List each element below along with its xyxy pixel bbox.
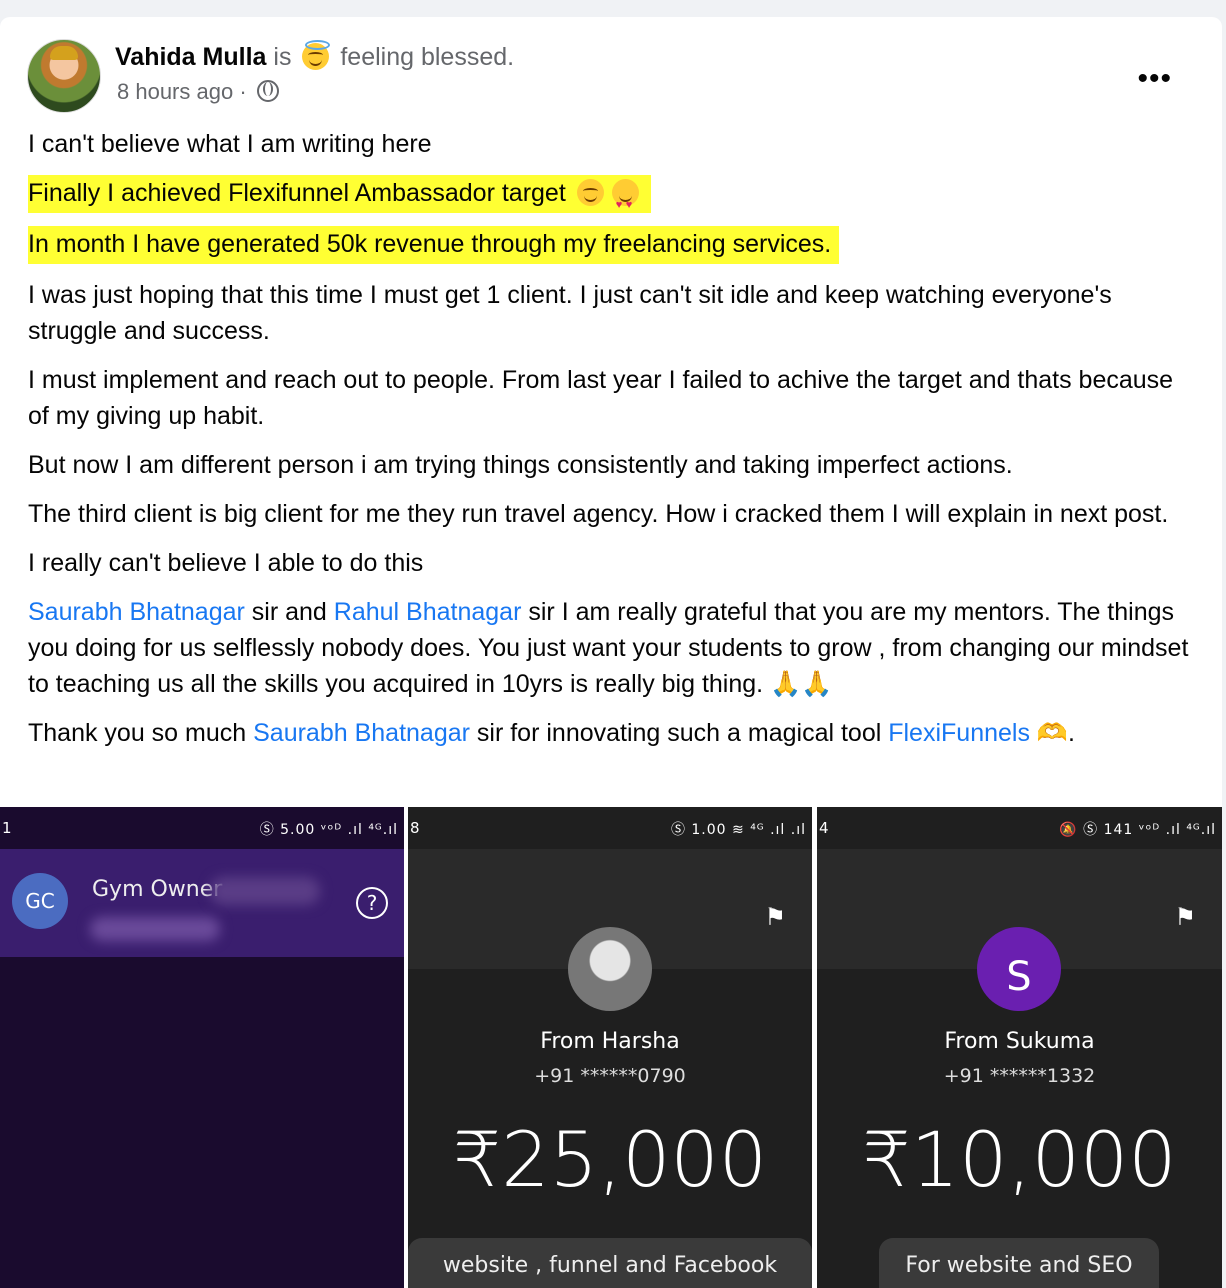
- payment-phone: +91 ******0790: [534, 1065, 686, 1087]
- help-icon: ?: [356, 887, 388, 919]
- post-meta: 8 hours ago ·: [117, 79, 279, 105]
- status-bar: 8 Ⓢ 1.00 ≋ ⁴ᴳ .ıl .ıl: [408, 807, 812, 849]
- flag-icon: ⚑: [764, 903, 786, 931]
- status-bar: 4 🔕 Ⓢ 141 ᵛᵒᴰ .ıl ⁴ᴳ.ıl: [817, 807, 1222, 849]
- audience-icon[interactable]: [256, 80, 279, 102]
- post-line-5: I must implement and reach out to people…: [28, 366, 1174, 430]
- payment-note: For website and SEO: [879, 1238, 1159, 1288]
- more-options-button[interactable]: •••: [1137, 64, 1172, 94]
- mention-saurabh[interactable]: Saurabh Bhatnagar: [28, 598, 245, 626]
- post-time[interactable]: 8 hours ago: [117, 79, 233, 104]
- sender-avatar: [568, 927, 652, 1011]
- gallery-photo-2[interactable]: 8 Ⓢ 1.00 ≋ ⁴ᴳ .ıl .ıl ⚑ From Harsha +91 …: [408, 807, 812, 1288]
- mention-rahul[interactable]: Rahul Bhatnagar: [334, 598, 522, 626]
- post-line-2: Finally I achieved Flexifunnel Ambassado…: [28, 179, 566, 207]
- post-line-4: I was just hoping that this time I must …: [28, 281, 1112, 345]
- post-card: Vahida Mulla is feeling blessed. 8 hours…: [0, 17, 1222, 1288]
- highlight-line-1: Finally I achieved Flexifunnel Ambassado…: [28, 175, 651, 213]
- mention-flexifunnels[interactable]: FlexiFunnels: [888, 719, 1030, 747]
- crown-icon: [50, 46, 78, 60]
- flag-icon: ⚑: [1174, 903, 1196, 931]
- post-line-6: But now I am different person i am tryin…: [28, 451, 1013, 479]
- is-text: is: [273, 43, 292, 71]
- gallery-photo-3[interactable]: 4 🔕 Ⓢ 141 ᵛᵒᴰ .ıl ⁴ᴳ.ıl ⚑ S From Sukuma …: [817, 807, 1222, 1288]
- p9-text-1: sir and: [244, 598, 334, 626]
- smiling-halo-icon: [302, 40, 331, 70]
- sender-avatar: S: [977, 927, 1061, 1011]
- status-number: 1: [2, 819, 12, 837]
- blurred-area: [90, 917, 220, 941]
- p10-text-3: 🫶.: [1029, 719, 1075, 747]
- contact-name: Gym Owner: [92, 877, 223, 902]
- contact-avatar: GC: [12, 873, 68, 929]
- author-name[interactable]: Vahida Mulla: [115, 43, 266, 71]
- author-avatar[interactable]: [27, 39, 101, 113]
- post-body: I can't believe what I am writing here F…: [28, 126, 1198, 764]
- payment-phone: +91 ******1332: [943, 1065, 1096, 1087]
- photo-gallery: 1 Ⓢ 5.00 ᵛᵒᴰ .ıl ⁴ᴳ.ıl GC Gym Owner ? 8 …: [0, 807, 1222, 1288]
- post-line-1: I can't believe what I am writing here: [28, 130, 432, 158]
- post-line-3: In month I have generated 50k revenue th…: [28, 226, 840, 264]
- post-line-9: Saurabh Bhatnagar sir and Rahul Bhatnaga…: [28, 594, 1198, 702]
- smiling-face-icon: [576, 179, 604, 206]
- status-number: 4: [819, 819, 829, 837]
- post-line-10: Thank you so much Saurabh Bhatnagar sir …: [28, 715, 1198, 751]
- status-number: 8: [410, 819, 420, 837]
- post-line-7: The third client is big client for me th…: [28, 500, 1169, 528]
- feeling-text[interactable]: feeling blessed.: [340, 43, 514, 71]
- meta-separator: ·: [239, 79, 247, 104]
- payment-from: From Sukuma: [944, 1029, 1095, 1054]
- author-line: Vahida Mulla is feeling blessed.: [115, 40, 514, 72]
- post-header: Vahida Mulla is feeling blessed. 8 hours…: [27, 39, 1192, 114]
- status-icons: Ⓢ 1.00 ≋ ⁴ᴳ .ıl .ıl: [670, 822, 806, 838]
- status-icons: Ⓢ 5.00 ᵛᵒᴰ .ıl ⁴ᴳ.ıl: [259, 822, 398, 838]
- payment-amount: ₹10,000: [862, 1115, 1177, 1204]
- payment-from: From Harsha: [540, 1029, 680, 1054]
- status-bar: 1 Ⓢ 5.00 ᵛᵒᴰ .ıl ⁴ᴳ.ıl: [0, 807, 404, 849]
- status-icons: 🔕 Ⓢ 141 ᵛᵒᴰ .ıl ⁴ᴳ.ıl: [1059, 822, 1216, 838]
- p10-text-2: sir for innovating such a magical tool: [469, 719, 889, 747]
- payment-amount: ₹25,000: [452, 1115, 768, 1204]
- mention-saurabh-2[interactable]: Saurabh Bhatnagar: [253, 719, 470, 747]
- gallery-photo-1[interactable]: 1 Ⓢ 5.00 ᵛᵒᴰ .ıl ⁴ᴳ.ıl GC Gym Owner ?: [0, 807, 404, 1288]
- blurred-area: [210, 877, 320, 905]
- payment-note: website , funnel and Facebook: [408, 1238, 812, 1288]
- post-line-8: I really can't believe I able to do this: [28, 549, 424, 577]
- p10-text-1: Thank you so much: [28, 719, 254, 747]
- heart-eyes-icon: ♥ ♥: [611, 179, 639, 211]
